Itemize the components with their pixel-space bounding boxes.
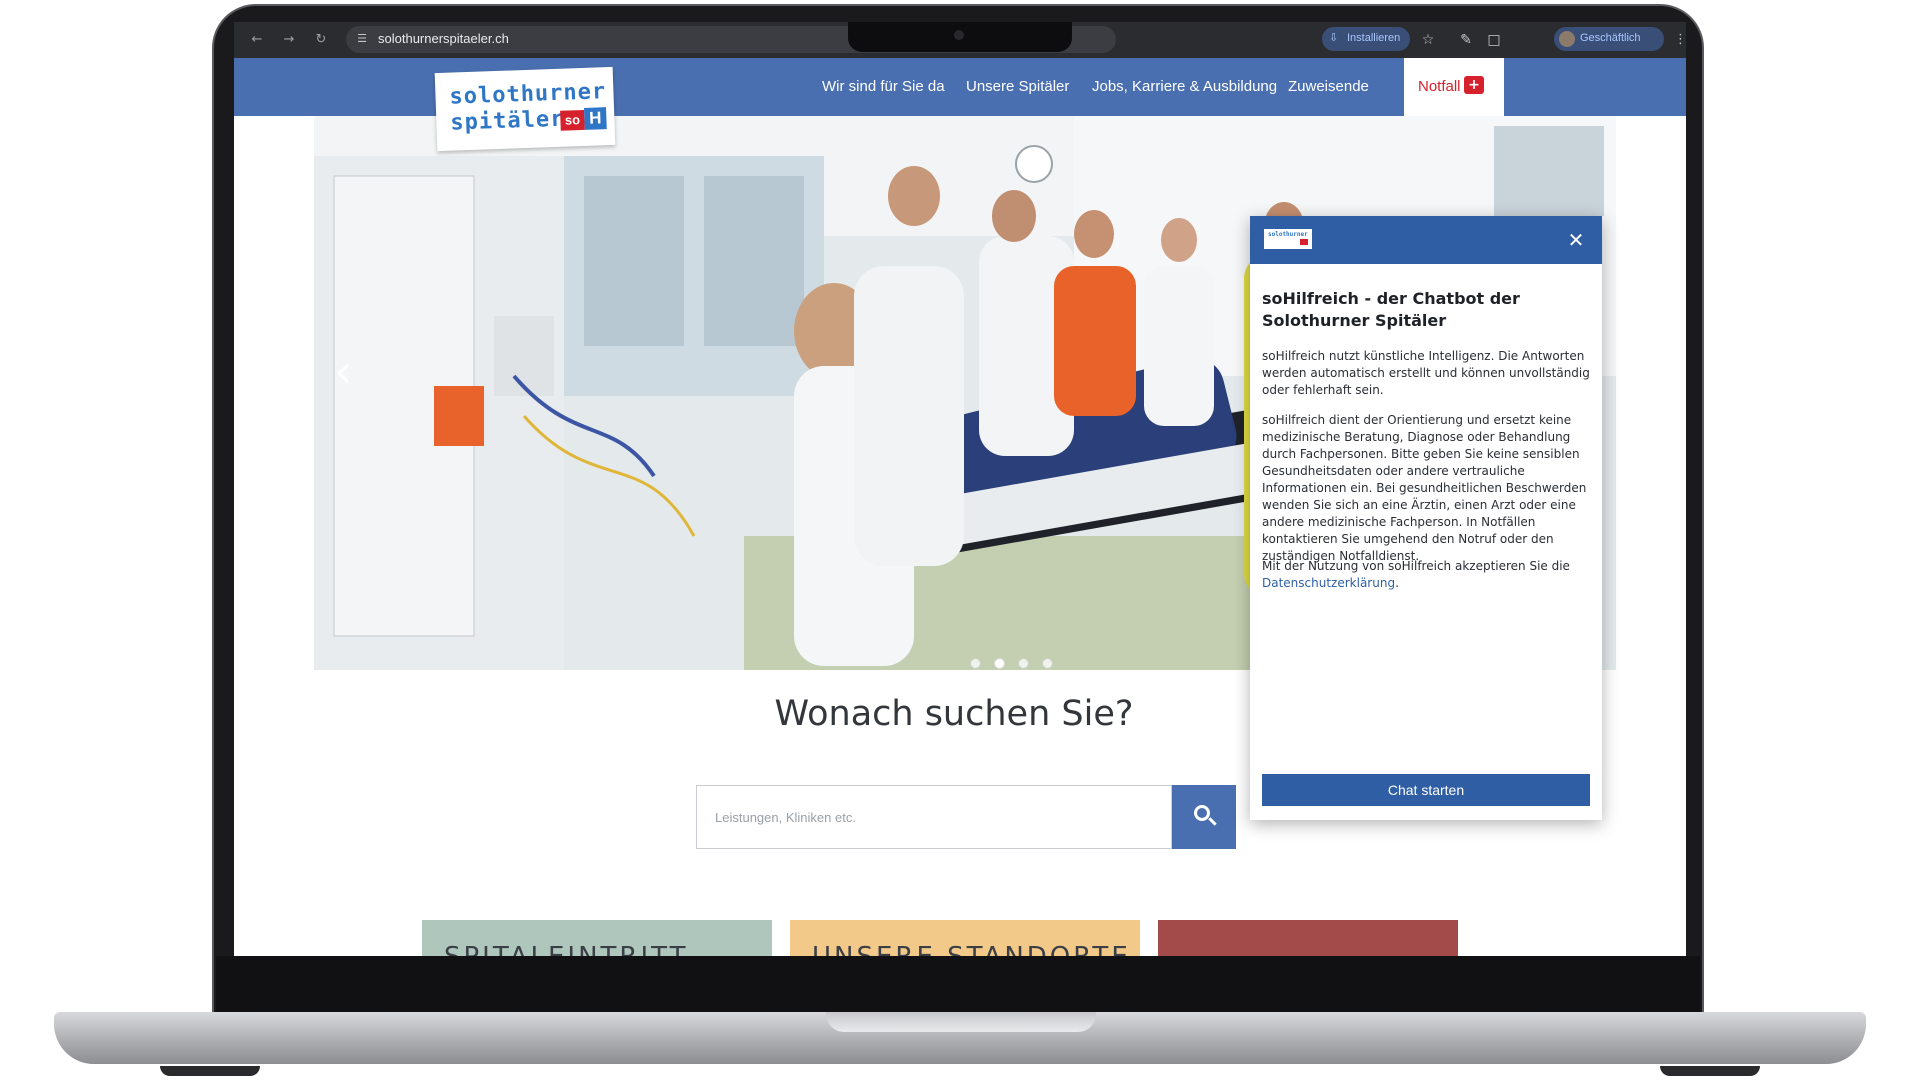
card-label: UNSERE STANDORTE <box>812 942 1131 956</box>
profile-label: Geschäftlich <box>1580 32 1641 44</box>
screen: ← → ↻ ☰ solothurnerspitaeler.ch ⇩ Instal… <box>234 22 1686 956</box>
carousel-prev-icon[interactable]: ‹ <box>334 346 364 396</box>
laptop-groove <box>826 1012 1096 1032</box>
url-text: solothurnerspitaeler.ch <box>378 31 509 46</box>
logo-h-badge: H <box>583 107 607 130</box>
privacy-policy-link[interactable]: Datenschutzerklärung <box>1262 576 1395 590</box>
chatbot-paragraph-1: soHilfreich nutzt künstliche Intelligenz… <box>1262 349 1590 397</box>
extensions-icon[interactable]: □ <box>1484 30 1504 50</box>
logo-text-line2: spitäler <box>450 106 565 136</box>
laptop-frame: ← → ↻ ☰ solothurnerspitaeler.ch ⇩ Instal… <box>0 0 1920 1080</box>
chatbot-paragraph-3: Mit der Nutzung von soHilfreich akzeptie… <box>1262 558 1594 592</box>
site-settings-icon[interactable]: ☰ <box>354 31 370 47</box>
avatar <box>1559 31 1575 47</box>
profile-button[interactable]: Geschäftlich <box>1554 27 1664 51</box>
bookmark-star-icon[interactable]: ☆ <box>1418 30 1438 50</box>
laptop-foot-right <box>1660 1066 1760 1076</box>
install-button[interactable]: ⇩ Installieren <box>1322 27 1410 51</box>
logo-so-badge: so <box>560 109 585 131</box>
search-placeholder: Leistungen, Kliniken etc. <box>715 810 856 825</box>
search-icon-handle <box>1208 817 1217 826</box>
chatbot-logo-badge <box>1300 239 1308 245</box>
carousel-dot-1[interactable] <box>970 658 981 669</box>
nav-unsere-spitaeler[interactable]: Unsere Spitäler <box>966 78 1069 95</box>
chatbot-header: solothurner ✕ <box>1250 216 1602 264</box>
carousel-dot-2[interactable] <box>994 658 1005 669</box>
install-icon: ⇩ <box>1329 31 1339 44</box>
nav-zuweisende[interactable]: Zuweisende <box>1288 78 1369 95</box>
chatbot-consent-period: . <box>1395 576 1399 590</box>
logo-text-line1: solothurner <box>449 79 607 110</box>
chatbot-panel: solothurner ✕ soHilfreich - der Chatbot … <box>1250 216 1602 820</box>
close-icon[interactable]: ✕ <box>1564 228 1588 252</box>
carousel-dot-3[interactable] <box>1018 658 1029 669</box>
chatbot-paragraph-2: soHilfreich dient der Orientierung und e… <box>1262 413 1587 563</box>
site-logo[interactable]: solothurner spitäler so H <box>434 66 616 152</box>
nav-jobs-karriere[interactable]: Jobs, Karriere & Ausbildung <box>1092 78 1277 95</box>
chatbot-logo-text: solothurner <box>1268 231 1308 238</box>
chatbot-logo: solothurner <box>1264 229 1312 249</box>
start-chat-button[interactable]: Chat starten <box>1262 774 1590 806</box>
chatbot-title: soHilfreich - der Chatbot der Solothurne… <box>1262 289 1520 330</box>
card-label: SPITALEINTRITT <box>444 942 688 956</box>
laptop-foot-left <box>160 1066 260 1076</box>
reload-icon[interactable]: ↻ <box>312 31 330 49</box>
camera-notch <box>848 22 1072 52</box>
pen-icon[interactable]: ✎ <box>1456 30 1476 50</box>
emergency-label: Notfall <box>1418 78 1461 95</box>
menu-icon[interactable]: ⋮ <box>1674 30 1686 50</box>
screen-bezel <box>216 956 1700 1014</box>
back-icon[interactable]: ← <box>248 31 266 49</box>
search-input[interactable]: Leistungen, Kliniken etc. <box>696 785 1172 849</box>
install-label: Installieren <box>1347 32 1401 44</box>
chatbot-consent-text: Mit der Nutzung von soHilfreich akzeptie… <box>1262 559 1570 573</box>
search-heading: Wonach suchen Sie? <box>774 694 1134 734</box>
card-image[interactable] <box>1158 920 1458 956</box>
forward-icon[interactable]: → <box>280 31 298 49</box>
carousel-dot-4[interactable] <box>1042 658 1053 669</box>
search-button[interactable] <box>1172 785 1236 849</box>
emergency-button[interactable]: Notfall + <box>1404 58 1504 118</box>
first-aid-icon: + <box>1464 76 1484 94</box>
camera-icon <box>954 30 964 40</box>
nav-wir-sind-fuer-sie-da[interactable]: Wir sind für Sie da <box>822 78 945 95</box>
card-spitaleintritt[interactable]: SPITALEINTRITT <box>422 920 772 956</box>
card-unsere-standorte[interactable]: UNSERE STANDORTE <box>790 920 1140 956</box>
